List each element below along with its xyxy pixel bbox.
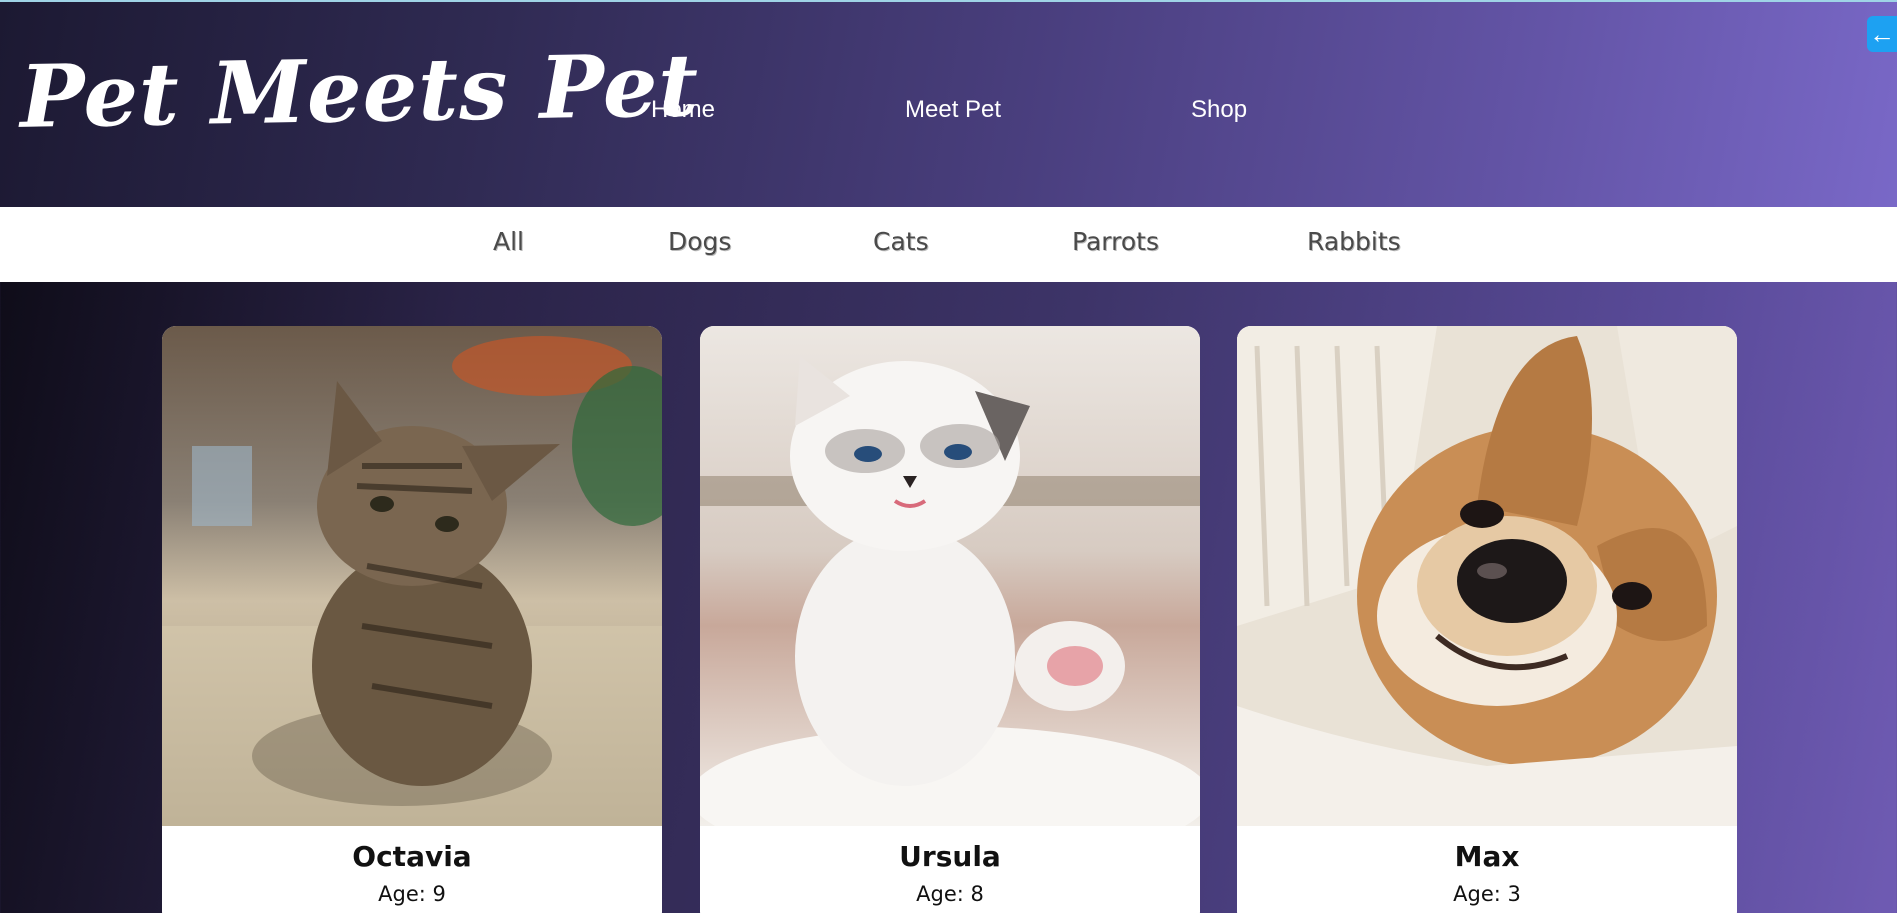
menu-shop-link[interactable]: Shop: [1191, 96, 1247, 124]
corgi-dog-photo: [1237, 326, 1737, 826]
pet-age: Age: 8: [916, 882, 984, 906]
filter-cats[interactable]: Cats: [873, 227, 929, 256]
pet-card[interactable]: Ursula Age: 8: [700, 326, 1200, 913]
category-filter-bar: All Dogs Cats Parrots Rabbits: [0, 207, 1897, 282]
filter-parrots[interactable]: Parrots: [1072, 227, 1159, 256]
filter-dogs[interactable]: Dogs: [668, 227, 731, 256]
pet-age: Age: 3: [1453, 882, 1521, 906]
tabby-kitten-photo: [162, 326, 662, 826]
filter-all[interactable]: All: [493, 227, 524, 256]
pet-card[interactable]: Max Age: 3: [1237, 326, 1737, 913]
filter-rabbits[interactable]: Rabbits: [1307, 227, 1401, 256]
menu-home-link[interactable]: Home: [651, 96, 715, 124]
pet-age: Age: 9: [378, 882, 446, 906]
pet-name: Max: [1454, 840, 1520, 873]
back-arrow-button[interactable]: ←: [1867, 16, 1897, 52]
pet-card[interactable]: Octavia Age: 9: [162, 326, 662, 913]
pet-name: Octavia: [352, 840, 472, 873]
white-kitten-photo: [700, 326, 1200, 826]
site-logo[interactable]: Pet Meets Pet: [19, 35, 700, 157]
pet-name: Ursula: [899, 840, 1001, 873]
arrow-left-icon: ←: [1869, 19, 1895, 49]
menu-meet-pet-link[interactable]: Meet Pet: [905, 96, 1001, 124]
site-header: Pet Meets Pet Home Meet Pet Shop ←: [0, 2, 1897, 207]
